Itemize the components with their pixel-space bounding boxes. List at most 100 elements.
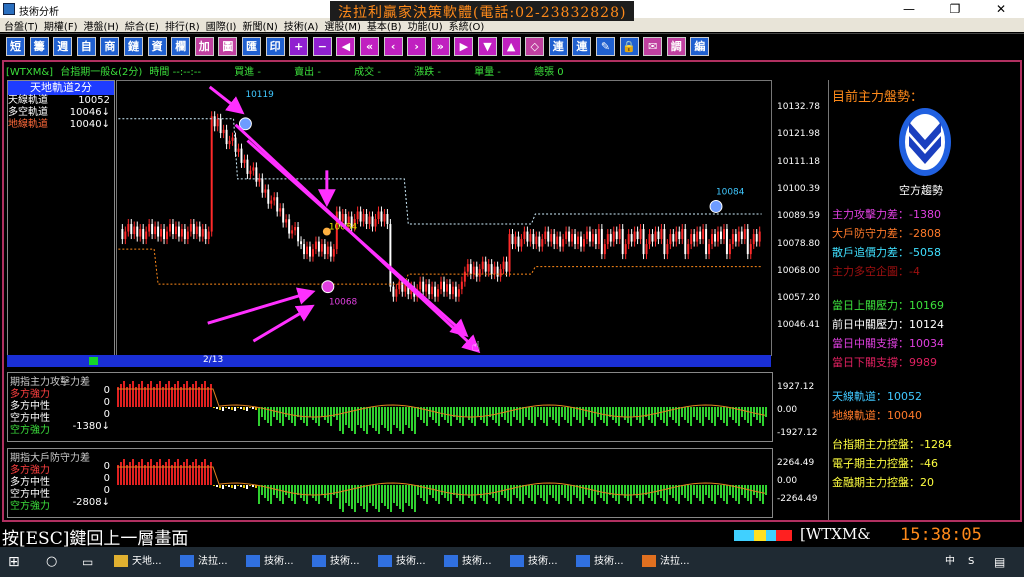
- toolbar-button[interactable]: 🔒: [619, 37, 639, 56]
- taskbar-app[interactable]: 技術...: [444, 550, 492, 574]
- candle: [332, 249, 335, 257]
- candle: [148, 224, 151, 232]
- toolbar-button[interactable]: ‹: [383, 37, 403, 56]
- candle: [371, 216, 374, 227]
- candle: [240, 148, 243, 163]
- toolbar-button[interactable]: 週: [53, 37, 73, 56]
- taskbar-label: 技術...: [264, 556, 294, 567]
- toolbar-button[interactable]: 連: [572, 37, 592, 56]
- candle: [204, 229, 207, 240]
- minimize-button[interactable]: —: [886, 0, 932, 18]
- toolbar-button[interactable]: ◀: [336, 37, 356, 56]
- toolbar-button[interactable]: 匯: [242, 37, 261, 56]
- candle: [749, 244, 752, 255]
- toolbar-button[interactable]: +: [289, 37, 309, 56]
- lang-indicator[interactable]: S: [968, 550, 974, 574]
- toolbar-button[interactable]: 短: [6, 37, 25, 56]
- toolbar-button[interactable]: 資: [147, 37, 167, 56]
- candle: [130, 224, 133, 235]
- right-marker: [709, 200, 723, 213]
- close-button[interactable]: ✕: [978, 0, 1024, 18]
- taskbar-label: 技術...: [528, 556, 558, 567]
- toolbar-button[interactable]: ◇: [525, 37, 545, 56]
- candle: [314, 241, 317, 250]
- candle: [678, 231, 681, 240]
- taskbar-app[interactable]: 技術...: [576, 550, 624, 574]
- task-view-icon[interactable]: ▭: [82, 550, 93, 574]
- toolbar-button[interactable]: 調: [666, 37, 686, 56]
- legend-title[interactable]: 天地軌道2分: [8, 81, 114, 95]
- candle: [180, 229, 183, 237]
- toolbar-button[interactable]: 自: [76, 37, 96, 56]
- toolbar-button[interactable]: ▲: [501, 37, 521, 56]
- menu-item[interactable]: 選股(M): [324, 22, 360, 32]
- price-chart[interactable]: 10119100841006810084☝: [116, 80, 772, 356]
- taskbar-app[interactable]: 技術...: [312, 550, 360, 574]
- candle: [708, 244, 711, 255]
- candle: [207, 231, 210, 240]
- candle: [714, 234, 717, 242]
- symbol-name: 台指期一般&(2分): [60, 67, 143, 78]
- toolbar-button[interactable]: ▼: [478, 37, 497, 56]
- toolbar-button[interactable]: ›: [407, 37, 427, 56]
- taskbar-app[interactable]: 技術...: [246, 550, 294, 574]
- menu-item[interactable]: 功能(U): [408, 22, 443, 32]
- start-button[interactable]: ⊞: [8, 550, 20, 574]
- toolbar-button[interactable]: 連: [548, 37, 568, 56]
- menu-item[interactable]: 港盤(H): [83, 22, 118, 32]
- toolbar-button[interactable]: 編: [690, 37, 710, 56]
- menu-item[interactable]: 系統(O): [449, 22, 485, 32]
- toolbar-button[interactable]: «: [360, 37, 379, 56]
- toolbar-button[interactable]: 欄: [171, 37, 191, 56]
- toolbar-button[interactable]: »: [430, 37, 450, 56]
- taskbar-app[interactable]: 法拉...: [180, 550, 228, 574]
- ime-indicator[interactable]: 中: [945, 550, 955, 574]
- menu-item[interactable]: 台盤(T): [4, 22, 38, 32]
- scroll-thumb[interactable]: [89, 357, 98, 365]
- toolbar-button[interactable]: 籌: [29, 37, 49, 56]
- menu-item[interactable]: 國際(I): [206, 22, 237, 32]
- price-tick: 10068.00: [777, 265, 820, 276]
- price-tick: 10089.59: [777, 211, 820, 222]
- taskbar-app[interactable]: 法拉...: [642, 550, 690, 574]
- taskbar-app[interactable]: 技術...: [378, 550, 426, 574]
- taskbar-app[interactable]: 天地...: [114, 550, 162, 574]
- toolbar-button[interactable]: 印: [265, 37, 285, 56]
- toolbar-button[interactable]: 圖: [218, 37, 238, 56]
- indicator-label: 空方強力: [10, 425, 50, 436]
- taskbar-app[interactable]: 技術...: [510, 550, 558, 574]
- price-tick: 10100.39: [777, 183, 820, 194]
- restore-button[interactable]: ❐: [932, 0, 978, 18]
- menu-item[interactable]: 排行(R): [165, 22, 200, 32]
- annotation-label: 10068: [329, 298, 358, 308]
- candle: [675, 231, 678, 242]
- menu-item[interactable]: 基本(B): [367, 22, 402, 32]
- menu-item[interactable]: 新聞(N): [242, 22, 277, 32]
- attack-indicator-panel[interactable]: 期指主力攻擊力差 多方強力 0 多方中性 0 空方中性 0 空方強力 -1380↓: [7, 372, 773, 442]
- toolbar-button[interactable]: −: [312, 37, 332, 56]
- menu-item[interactable]: 綜合(E): [125, 22, 159, 32]
- candle: [541, 239, 544, 247]
- candle: [690, 234, 693, 245]
- toolbar-button[interactable]: 加: [194, 37, 214, 56]
- price-tick: 10111.18: [777, 156, 820, 167]
- candle: [448, 284, 451, 295]
- deal-field: 成交 -: [354, 67, 381, 78]
- notification-icon[interactable]: ▤: [994, 550, 1005, 574]
- toolbar-button[interactable]: 鏈: [124, 37, 143, 56]
- candle: [490, 264, 493, 275]
- candle: [556, 236, 559, 245]
- toolbar-button[interactable]: ✎: [596, 37, 615, 56]
- menu-item[interactable]: 期權(F): [44, 22, 78, 32]
- chart-scrollbar[interactable]: 2/13: [7, 355, 771, 367]
- defense-indicator-panel[interactable]: 期指大戶防守力差 多方強力 0 多方中性 0 空方中性 0 空方強力 -2808↓: [7, 448, 773, 518]
- toolbar-button[interactable]: 商: [100, 37, 120, 56]
- legend-value: 10046↓: [69, 107, 110, 118]
- search-icon[interactable]: ○: [46, 550, 57, 574]
- toolbar-button[interactable]: ✉: [643, 37, 663, 56]
- toolbar-button[interactable]: ▶: [454, 37, 474, 56]
- candle: [743, 229, 746, 240]
- candle: [216, 118, 219, 127]
- taskbar-label: 法拉...: [198, 556, 228, 567]
- menu-item[interactable]: 技術(A): [284, 22, 319, 32]
